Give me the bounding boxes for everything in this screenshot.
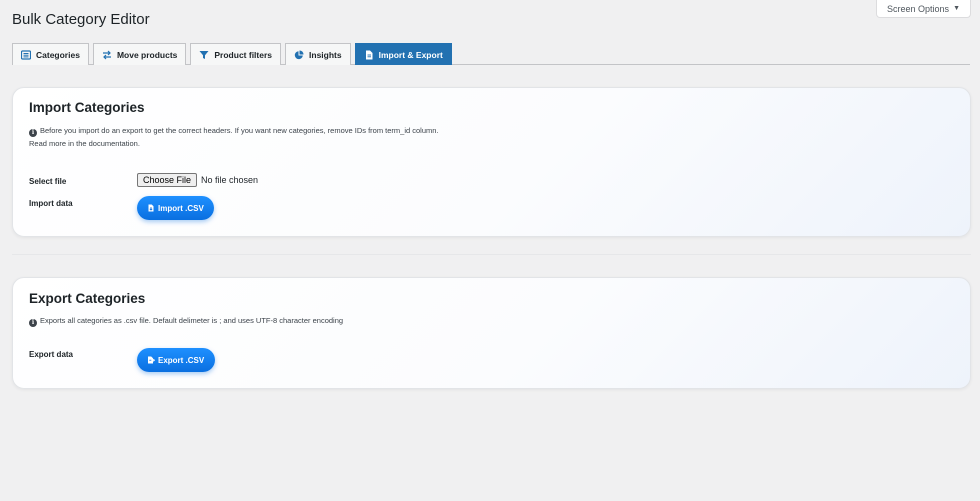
info-icon: i [29,319,37,327]
screen-options-label: Screen Options [887,3,950,14]
tab-bar: Categories Move products Product filters… [12,43,970,65]
tab-label: Move products [116,49,178,60]
tab-import-export[interactable]: Import & Export [354,43,452,65]
document-icon [364,50,374,60]
arrows-swap-icon [102,50,112,60]
tab-label: Import & Export [378,49,443,60]
section-title: Import Categories [29,100,145,115]
page: Screen Options ▼ Bulk Category Editor Ca… [0,0,980,501]
import-categories-card: Import Categories i Before you import do … [12,87,971,237]
filter-icon [199,50,209,60]
description-text: Exports all categories as .csv file. Def… [40,316,344,325]
file-export-icon [147,356,155,364]
file-input[interactable]: Choose File No file chosen [137,173,258,187]
import-description: i Before you import do an export to get t… [29,124,439,150]
section-title: Export Categories [29,291,146,306]
choose-file-button[interactable]: Choose File [137,173,198,187]
description-text: Before you import do an export to get th… [40,126,439,135]
import-data-label: Import data [29,199,73,208]
export-csv-button[interactable]: Export .CSV [137,348,215,372]
button-label: Import .CSV [158,203,204,213]
tab-move-products[interactable]: Move products [92,43,187,65]
import-csv-button[interactable]: Import .CSV [137,196,214,220]
screen-options-button[interactable]: Screen Options ▼ [876,0,971,18]
tab-label: Product filters [214,49,273,60]
tab-label: Categories [36,49,80,60]
page-title: Bulk Category Editor [12,11,150,28]
export-description: i Exports all categories as .csv file. De… [29,314,343,327]
tab-label: Insights [309,49,342,60]
button-label: Export .CSV [158,355,205,365]
documentation-text: Read more in the documentation. [29,139,140,148]
list-icon [21,49,31,60]
export-data-label: Export data [29,350,74,359]
info-icon: i [29,129,37,137]
pie-chart-icon [294,50,304,60]
export-categories-card: Export Categories i Exports all categorie… [12,277,971,389]
file-import-icon [147,204,155,212]
tab-categories[interactable]: Categories [12,43,89,65]
tab-product-filters[interactable]: Product filters [190,43,282,65]
section-divider [12,254,971,255]
caret-down-icon: ▼ [953,5,960,12]
select-file-label: Select file [29,177,67,186]
tab-insights[interactable]: Insights [285,43,351,65]
file-status: No file chosen [201,175,259,185]
